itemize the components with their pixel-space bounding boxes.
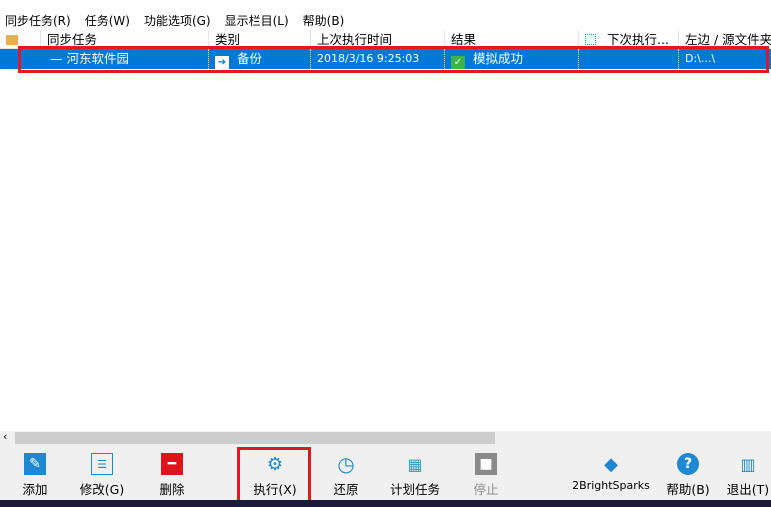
column-header-next-run-label: 下次执行... [607,32,669,47]
delete-icon: ━ [161,453,183,475]
delete-label: 删除 [159,482,185,497]
brightsparks-button[interactable]: ◆ 2BrightSparks [566,453,656,493]
delete-button[interactable]: ━ 删除 [140,453,204,498]
menu-sync-tasks[interactable]: 同步任务(R) [5,12,71,29]
schedule-label: 计划任务 [389,482,440,497]
add-icon: ✎ [24,453,46,475]
horizontal-scrollbar[interactable]: ‹ [0,430,771,445]
add-label: 添加 [22,482,48,497]
folder-icon [6,35,18,45]
stop-label: 停止 [473,482,499,497]
desktop-background [0,500,771,507]
modify-button[interactable]: ☰ 修改(G) [70,453,134,498]
menu-tasks[interactable]: 任务(W) [85,12,130,29]
modify-icon: ☰ [91,453,113,475]
calendar-grid-icon: ▦ [407,454,423,474]
restore-clock-icon: ◷ [337,452,355,476]
add-button[interactable]: ✎ 添加 [3,453,67,498]
menu-help[interactable]: 帮助(B) [303,12,345,29]
highlight-execute-box [237,447,311,505]
scroll-left-icon[interactable]: ‹ [3,430,7,443]
menu-options[interactable]: 功能选项(G) [144,12,211,29]
grid-icon [585,34,596,45]
highlight-row-box [18,46,769,73]
help-label: 帮助(B) [666,482,710,497]
menu-columns[interactable]: 显示栏目(L) [225,12,289,29]
help-button[interactable]: ? 帮助(B) [656,453,720,498]
title-bar [0,0,771,8]
menu-bar: 同步任务(R) 任务(W) 功能选项(G) 显示栏目(L) 帮助(B) [0,10,344,30]
exit-label: 退出(T) [726,482,770,497]
stop-icon: ■ [475,453,497,475]
restore-label: 还原 [333,482,359,497]
exit-icon: ▥ [740,454,756,474]
brightsparks-label: 2BrightSparks [572,479,650,492]
schedule-button[interactable]: ▦ 计划任务 [383,453,447,498]
exit-button[interactable]: ▥ 退出(T) [716,453,771,498]
help-icon: ? [677,453,699,475]
brightsparks-logo-icon: ◆ [604,453,618,475]
stop-button[interactable]: ■ 停止 [454,453,518,498]
toolbar: ✎ 添加 ☰ 修改(G) ━ 删除 ⚙ 执行(X) ◷ 还原 ▦ 计划任务 ■ 停止 ◆ 2Br… [0,445,771,500]
restore-button[interactable]: ◷ 还原 [314,452,378,498]
modify-label: 修改(G) [79,482,125,497]
scrollbar-thumb[interactable] [15,432,495,444]
